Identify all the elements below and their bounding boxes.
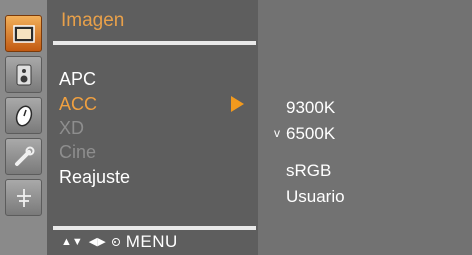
submenu-item-6500k[interactable]: 6500K bbox=[286, 124, 335, 144]
submenu-item-usuario[interactable]: Usuario bbox=[286, 187, 345, 207]
menu-title: Imagen bbox=[61, 10, 125, 31]
selected-check-icon: v bbox=[274, 126, 280, 140]
submenu-arrow-icon bbox=[231, 96, 244, 112]
category-icon-column bbox=[0, 0, 47, 255]
bottom-divider bbox=[53, 226, 256, 230]
enter-icon bbox=[111, 238, 120, 246]
osd-menu: Imagen APC ACC XD Cine Reajuste ▲▼ ◀▶ ME… bbox=[0, 0, 472, 255]
main-menu-panel: Imagen APC ACC XD Cine Reajuste ▲▼ ◀▶ ME… bbox=[47, 0, 258, 255]
menu-item-acc[interactable]: ACC bbox=[59, 93, 97, 115]
picture-icon[interactable] bbox=[5, 15, 42, 52]
menu-item-apc[interactable]: APC bbox=[59, 68, 96, 90]
menu-item-xd: XD bbox=[59, 118, 85, 138]
speaker-icon[interactable] bbox=[5, 56, 42, 93]
clock-icon[interactable] bbox=[5, 97, 42, 134]
wrench-icon[interactable] bbox=[5, 138, 42, 175]
menu-item-reajuste[interactable]: Reajuste bbox=[59, 166, 130, 188]
title-divider bbox=[53, 41, 256, 45]
menu-item-cine: Cine bbox=[59, 142, 97, 162]
antenna-icon[interactable] bbox=[5, 179, 42, 216]
up-down-arrows-icon: ▲▼ bbox=[61, 236, 83, 248]
navigation-hint: ▲▼ ◀▶ MENU bbox=[61, 232, 178, 252]
submenu-item-9300k[interactable]: 9300K bbox=[286, 98, 335, 118]
left-right-arrows-icon: ◀▶ bbox=[88, 236, 106, 248]
submenu-panel: 9300K v 6500K sRGB Usuario bbox=[258, 0, 472, 255]
menu-label: MENU bbox=[125, 232, 178, 251]
submenu-item-srgb[interactable]: sRGB bbox=[286, 161, 331, 181]
